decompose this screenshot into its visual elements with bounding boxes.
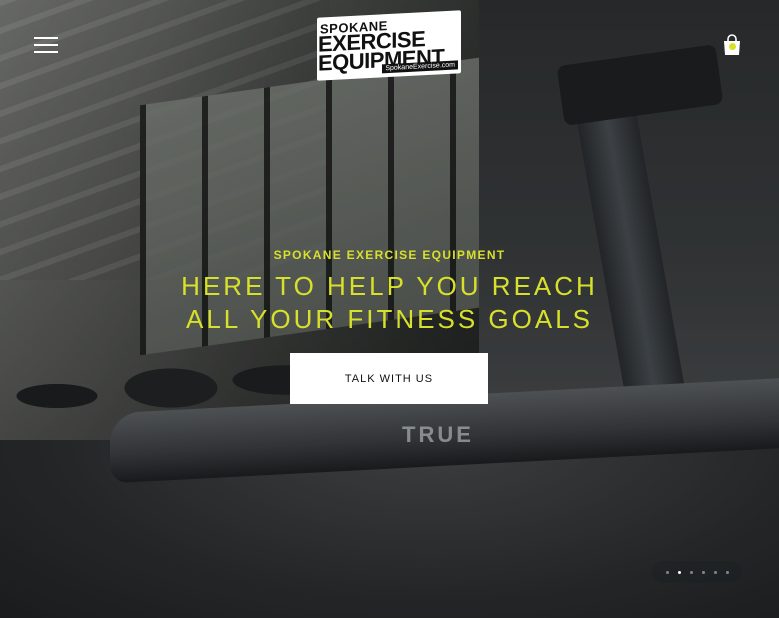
hamburger-menu-icon[interactable]: [34, 36, 58, 54]
slider-pagination: [652, 561, 742, 583]
slider-dot-5[interactable]: [713, 570, 717, 574]
hero-eyebrow: SPOKANE EXERCISE EQUIPMENT: [273, 248, 506, 262]
talk-with-us-button[interactable]: TALK WITH US: [290, 353, 488, 404]
slider-dot-3[interactable]: [689, 570, 693, 574]
slider-dot-6[interactable]: [725, 570, 729, 574]
logo-line-3: EQUIPMENT: [318, 44, 445, 76]
hero-headline: HERE TO HELP YOU REACH ALL YOUR FITNESS …: [181, 271, 598, 334]
slider-dot-4[interactable]: [701, 570, 705, 574]
site-header: SPOKANE EXERCISE EQUIPMENT SpokaneExerci…: [0, 0, 779, 90]
slider-dot-2[interactable]: [677, 570, 681, 574]
hero-text: SPOKANE EXERCISE EQUIPMENT HERE TO HELP …: [0, 248, 779, 336]
shopping-bag-icon[interactable]: [721, 34, 743, 56]
site-logo[interactable]: SPOKANE EXERCISE EQUIPMENT SpokaneExerci…: [317, 10, 461, 81]
slider-dot-1[interactable]: [665, 570, 669, 574]
cart-count-badge: [729, 43, 736, 50]
